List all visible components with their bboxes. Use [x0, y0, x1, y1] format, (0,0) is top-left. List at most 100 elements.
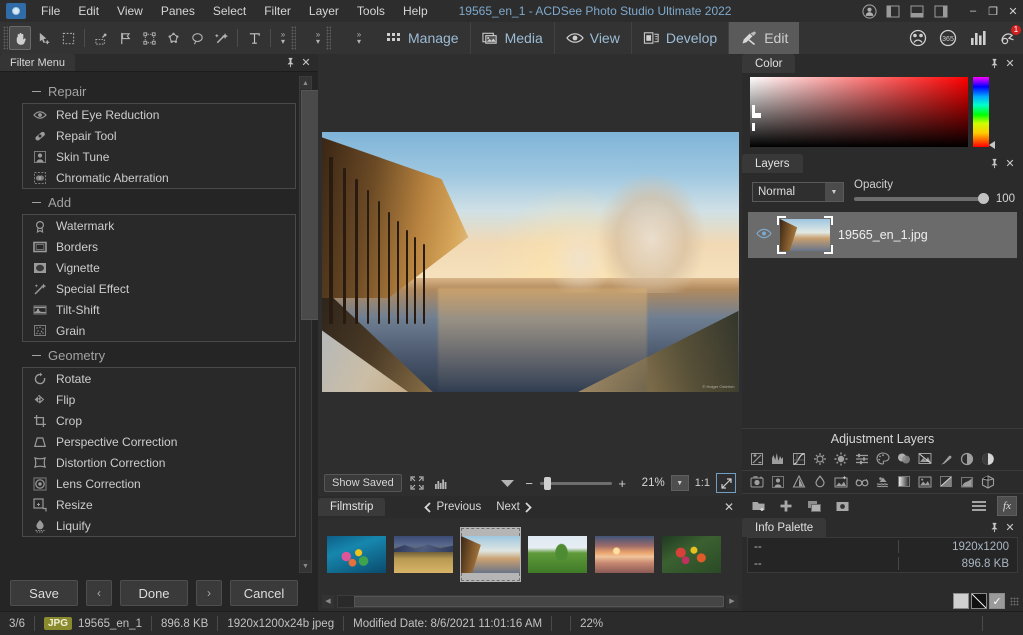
zoom-slider[interactable]: − +: [523, 476, 629, 491]
group-header-repair[interactable]: Repair: [22, 78, 296, 103]
notifications-icon[interactable]: 1: [993, 22, 1023, 54]
layout-right-icon[interactable]: [929, 0, 953, 22]
menu-file[interactable]: File: [32, 1, 69, 21]
levels-icon[interactable]: [767, 449, 788, 468]
scrollbar-thumb[interactable]: [301, 90, 318, 320]
minimize-button[interactable]: –: [963, 0, 983, 22]
scroll-down-arrow[interactable]: ▼: [300, 560, 311, 572]
chevron-down-icon[interactable]: ▼: [825, 183, 843, 201]
curves-icon[interactable]: [788, 449, 809, 468]
histogram-icon[interactable]: [432, 474, 450, 492]
tab-view[interactable]: View: [553, 22, 631, 54]
chevron-down-icon[interactable]: [499, 474, 517, 492]
saturation-value-picker[interactable]: [750, 77, 968, 147]
flag-tool[interactable]: [114, 26, 136, 50]
light-eq-icon[interactable]: [809, 449, 830, 468]
opacity-slider-knob[interactable]: [977, 193, 989, 204]
layout-bottom-icon[interactable]: [905, 0, 929, 22]
pin-icon[interactable]: [986, 519, 1002, 537]
filter-item-liquify[interactable]: Liquify: [23, 515, 295, 536]
filter-list-scrollbar[interactable]: ▲ ▼: [299, 76, 318, 573]
magic-select-tool[interactable]: [210, 26, 232, 50]
magic-wand-tool[interactable]: [90, 26, 112, 50]
select-move-tool[interactable]: [33, 26, 55, 50]
tab-info-palette[interactable]: Info Palette: [742, 518, 827, 537]
fullscreen-icon[interactable]: [408, 474, 426, 492]
menu-panes[interactable]: Panes: [152, 1, 204, 21]
image-canvas[interactable]: © Holger Osterloh: [318, 54, 742, 470]
marquee-select-tool[interactable]: [57, 26, 79, 50]
filmstrip-scroll-track[interactable]: [337, 594, 724, 608]
scroll-right-arrow[interactable]: ▶: [726, 594, 738, 608]
filmstrip-item[interactable]: [393, 527, 454, 582]
menu-view[interactable]: View: [108, 1, 152, 21]
tab-color[interactable]: Color: [742, 54, 796, 73]
zoom-slider-track[interactable]: [539, 476, 612, 490]
pan-hand-tool[interactable]: [9, 26, 31, 50]
add-layer-icon[interactable]: [776, 496, 796, 516]
saturation-icon[interactable]: [809, 472, 830, 491]
zoom-out-button[interactable]: −: [523, 476, 536, 491]
filter-item-borders[interactable]: Borders: [23, 236, 295, 257]
soft-glow-icon[interactable]: [851, 472, 872, 491]
filter-item-distortion-correction[interactable]: Distortion Correction: [23, 452, 295, 473]
zoom-in-button[interactable]: +: [616, 476, 629, 491]
pin-icon[interactable]: [282, 54, 298, 72]
dodge-burn-icon[interactable]: [935, 449, 956, 468]
next-button[interactable]: Next: [496, 501, 533, 513]
close-icon[interactable]: ✕: [724, 500, 734, 514]
color-balance-icon[interactable]: [893, 449, 914, 468]
texture-icon[interactable]: [914, 472, 935, 491]
filmstrip-item[interactable]: [527, 527, 588, 582]
filter-item-vignette[interactable]: Vignette: [23, 257, 295, 278]
tab-filter-menu[interactable]: Filter Menu: [0, 54, 76, 71]
maximize-button[interactable]: ❐: [983, 0, 1003, 22]
close-icon[interactable]: ✕: [1002, 55, 1018, 73]
gradient-map-icon[interactable]: [788, 472, 809, 491]
filter-item-perspective-correction[interactable]: Perspective Correction: [23, 431, 295, 452]
previous-image-button[interactable]: ‹: [86, 580, 112, 606]
365-icon[interactable]: 365: [933, 22, 963, 54]
fx-icon[interactable]: fx: [997, 496, 1017, 516]
filmstrip-item[interactable]: [661, 527, 722, 582]
vignette-icon[interactable]: [956, 472, 977, 491]
chart-icon[interactable]: [963, 22, 993, 54]
group-header-geometry[interactable]: Geometry: [22, 342, 296, 367]
resize-grip[interactable]: [1010, 596, 1019, 606]
filmstrip-scroll-thumb[interactable]: [354, 595, 724, 607]
menu-select[interactable]: Select: [204, 1, 255, 21]
skin-tune-icon[interactable]: [767, 472, 788, 491]
tab-develop[interactable]: Develop: [630, 22, 728, 54]
toolbar-overflow-3[interactable]: » ▾: [351, 26, 367, 50]
toolbar-drag-handle-2[interactable]: [291, 26, 296, 50]
filter-item-resize[interactable]: Resize: [23, 494, 295, 515]
lut-icon[interactable]: [977, 472, 998, 491]
photo-effect-icon[interactable]: [746, 472, 767, 491]
diagonal-swatch[interactable]: [971, 593, 987, 609]
blend-mode-select[interactable]: Normal ▼: [752, 182, 844, 202]
smart-select-tool[interactable]: [138, 26, 160, 50]
filter-item-chromatic-aberration[interactable]: Chromatic Aberration: [23, 167, 295, 188]
hue-slider[interactable]: [973, 77, 995, 149]
tab-edit[interactable]: Edit: [728, 22, 800, 54]
gradient-icon[interactable]: [893, 472, 914, 491]
zoom-slider-knob[interactable]: [543, 476, 551, 490]
next-image-button[interactable]: ›: [196, 580, 222, 606]
filter-item-skin-tune[interactable]: Skin Tune: [23, 146, 295, 167]
tab-layers[interactable]: Layers: [742, 154, 803, 173]
layout-left-icon[interactable]: [881, 0, 905, 22]
haze-icon[interactable]: [872, 472, 893, 491]
special-effect-icon[interactable]: [830, 472, 851, 491]
duplicate-layer-icon[interactable]: [804, 496, 824, 516]
close-button[interactable]: ✕: [1003, 0, 1023, 22]
text-tool[interactable]: [243, 26, 265, 50]
tab-media[interactable]: Media: [469, 22, 554, 54]
layer-visibility-icon[interactable]: [756, 228, 772, 242]
toolbar-drag-handle-3[interactable]: [326, 26, 331, 50]
polygon-select-tool[interactable]: [162, 26, 184, 50]
zoom-ratio-label[interactable]: 1:1: [695, 477, 710, 489]
filter-item-crop[interactable]: Crop: [23, 410, 295, 431]
pin-icon[interactable]: [986, 155, 1002, 173]
color-overlay-icon[interactable]: [914, 449, 935, 468]
filmstrip-scrollbar[interactable]: ◀ ▶: [318, 591, 742, 611]
